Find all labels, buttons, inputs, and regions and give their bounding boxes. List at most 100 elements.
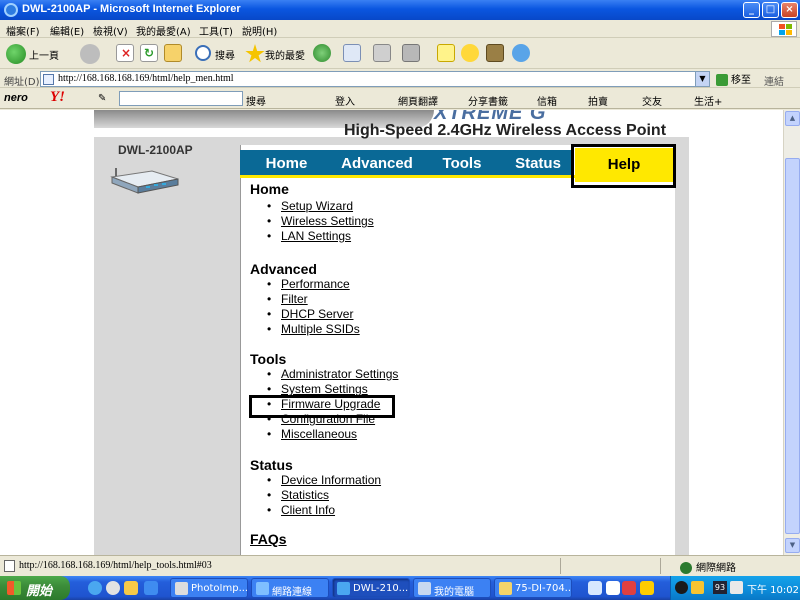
tray-app-icon[interactable] bbox=[622, 581, 636, 595]
link-system-settings[interactable]: System Settings bbox=[281, 382, 368, 396]
list-item: Wireless Settings bbox=[267, 214, 374, 229]
security-tray-icon[interactable] bbox=[691, 581, 704, 594]
home-icon[interactable] bbox=[164, 44, 182, 62]
link-setup-wizard[interactable]: Setup Wizard bbox=[281, 199, 353, 213]
mail-icon[interactable] bbox=[343, 44, 361, 62]
close-button[interactable]: × bbox=[781, 2, 798, 18]
link-administrator-settings[interactable]: Administrator Settings bbox=[281, 367, 398, 381]
folder-icon bbox=[499, 582, 512, 595]
research-icon[interactable] bbox=[486, 44, 504, 62]
messenger-people-icon[interactable] bbox=[512, 44, 530, 62]
app-quicklaunch-icon[interactable] bbox=[144, 581, 158, 595]
scroll-thumb[interactable] bbox=[785, 158, 800, 534]
toolbar-search-input[interactable] bbox=[119, 91, 243, 106]
list-item: Device Information bbox=[267, 473, 381, 488]
minimize-button[interactable]: _ bbox=[743, 2, 760, 18]
menu-help[interactable]: 說明(H) bbox=[242, 23, 277, 38]
faqs-link[interactable]: FAQs bbox=[250, 531, 287, 547]
address-dropdown-icon[interactable]: ▼ bbox=[695, 72, 709, 86]
go-button[interactable]: 移至 bbox=[716, 71, 751, 86]
desktop-quicklaunch-icon[interactable] bbox=[124, 581, 138, 595]
photoimpact-icon bbox=[175, 582, 188, 595]
tab-home[interactable]: Home bbox=[240, 150, 333, 175]
menu-file[interactable]: 檔案(F) bbox=[6, 23, 40, 38]
volume-tray-icon[interactable] bbox=[730, 581, 743, 594]
page-subtitle: High-Speed 2.4GHz Wireless Access Point bbox=[344, 122, 667, 139]
link-miscellaneous[interactable]: Miscellaneous bbox=[281, 427, 357, 441]
link-wireless-settings[interactable]: Wireless Settings bbox=[281, 214, 374, 228]
list-item: Filter bbox=[267, 292, 360, 307]
network-tray-icon[interactable] bbox=[675, 581, 688, 594]
pencil-icon[interactable]: ✎ bbox=[98, 93, 106, 104]
media-quicklaunch-icon[interactable] bbox=[106, 581, 120, 595]
menu-view[interactable]: 檢視(V) bbox=[93, 23, 128, 38]
badge-tray-icon[interactable]: 93 bbox=[713, 581, 727, 594]
link-device-information[interactable]: Device Information bbox=[281, 473, 381, 487]
back-button[interactable]: 上一頁 bbox=[4, 42, 74, 66]
windows-flag-icon bbox=[771, 21, 797, 37]
scroll-down-icon[interactable]: ▼ bbox=[785, 538, 800, 553]
help-tab-highlight bbox=[571, 144, 676, 188]
task-dwl-2100[interactable]: DWL-210... bbox=[332, 578, 410, 598]
mail-button[interactable]: 信箱 bbox=[537, 93, 557, 108]
links-button[interactable]: 連結 bbox=[764, 73, 784, 88]
link-lan-settings[interactable]: LAN Settings bbox=[281, 229, 351, 243]
address-input[interactable]: http://168.168.168.169/html/help_men.htm… bbox=[40, 71, 710, 87]
help-tray-icon[interactable] bbox=[640, 581, 654, 595]
standard-toolbar: 上一頁 × ↻ 搜尋 我的最愛 bbox=[0, 39, 800, 69]
window-title: DWL-2100AP - Microsoft Internet Explorer bbox=[22, 3, 241, 15]
task-label: PhotoImp... bbox=[191, 583, 248, 594]
task-folder[interactable]: 75-DI-704... bbox=[494, 578, 572, 598]
messenger-icon[interactable] bbox=[461, 44, 479, 62]
task-photoimpact[interactable]: PhotoImp... bbox=[170, 578, 248, 598]
life-button[interactable]: 生活+ bbox=[694, 93, 722, 108]
link-multiple-ssids[interactable]: Multiple SSIDs bbox=[281, 322, 360, 336]
dating-button[interactable]: 交友 bbox=[642, 93, 662, 108]
ie-quicklaunch-icon[interactable] bbox=[88, 581, 102, 595]
start-button[interactable]: 開始 bbox=[0, 576, 70, 600]
login-button[interactable]: 登入 bbox=[335, 93, 355, 108]
start-label: 開始 bbox=[26, 583, 53, 598]
link-dhcp-server[interactable]: DHCP Server bbox=[281, 307, 353, 321]
list-item: Performance bbox=[267, 277, 360, 292]
share-bookmark-button[interactable]: 分享書籤 bbox=[468, 93, 508, 108]
back-arrow-icon bbox=[6, 44, 26, 64]
favorites-button[interactable]: 我的最愛 bbox=[243, 42, 305, 66]
vertical-scrollbar[interactable]: ▲ ▼ bbox=[783, 110, 800, 555]
auction-button[interactable]: 拍賣 bbox=[588, 93, 608, 108]
menu-favorites[interactable]: 我的最愛(A) bbox=[136, 23, 191, 38]
pen-icon[interactable] bbox=[606, 581, 620, 595]
toolbar-search-button[interactable]: 搜尋 bbox=[246, 93, 266, 108]
link-filter[interactable]: Filter bbox=[281, 292, 308, 306]
computer-icon bbox=[418, 582, 431, 595]
menu-tools[interactable]: 工具(T) bbox=[199, 23, 233, 38]
forward-button[interactable] bbox=[78, 42, 108, 66]
menu-bar: 檔案(F) 編輯(E) 檢視(V) 我的最愛(A) 工具(T) 說明(H) bbox=[0, 20, 800, 38]
tab-advanced[interactable]: Advanced bbox=[333, 150, 421, 175]
history-icon[interactable] bbox=[313, 44, 331, 62]
link-client-info[interactable]: Client Info bbox=[281, 503, 335, 517]
section-status: Status bbox=[250, 457, 293, 473]
yahoo-logo[interactable]: Y! bbox=[50, 89, 65, 106]
zone-label: 網際網路 bbox=[696, 563, 736, 574]
search-button[interactable]: 搜尋 bbox=[193, 42, 239, 66]
stop-icon[interactable]: × bbox=[116, 44, 134, 62]
translate-button[interactable]: 網頁翻譯 bbox=[398, 93, 438, 108]
discuss-icon[interactable] bbox=[437, 44, 455, 62]
link-statistics[interactable]: Statistics bbox=[281, 488, 329, 502]
tab-tools[interactable]: Tools bbox=[421, 150, 503, 175]
nero-logo[interactable]: nero bbox=[4, 92, 28, 104]
scroll-up-icon[interactable]: ▲ bbox=[785, 111, 800, 126]
task-network[interactable]: 網路連線 bbox=[251, 578, 329, 598]
edit-icon[interactable] bbox=[402, 44, 420, 62]
refresh-icon[interactable]: ↻ bbox=[140, 44, 158, 62]
page-icon bbox=[43, 74, 54, 85]
ie-logo-icon bbox=[4, 3, 18, 17]
maximize-button[interactable]: □ bbox=[762, 2, 779, 18]
tab-status[interactable]: Status bbox=[503, 150, 573, 175]
task-my-computer[interactable]: 我的電腦 bbox=[413, 578, 491, 598]
print-icon[interactable] bbox=[373, 44, 391, 62]
link-performance[interactable]: Performance bbox=[281, 277, 350, 291]
keyboard-icon[interactable] bbox=[588, 581, 602, 595]
menu-edit[interactable]: 編輯(E) bbox=[50, 23, 84, 38]
